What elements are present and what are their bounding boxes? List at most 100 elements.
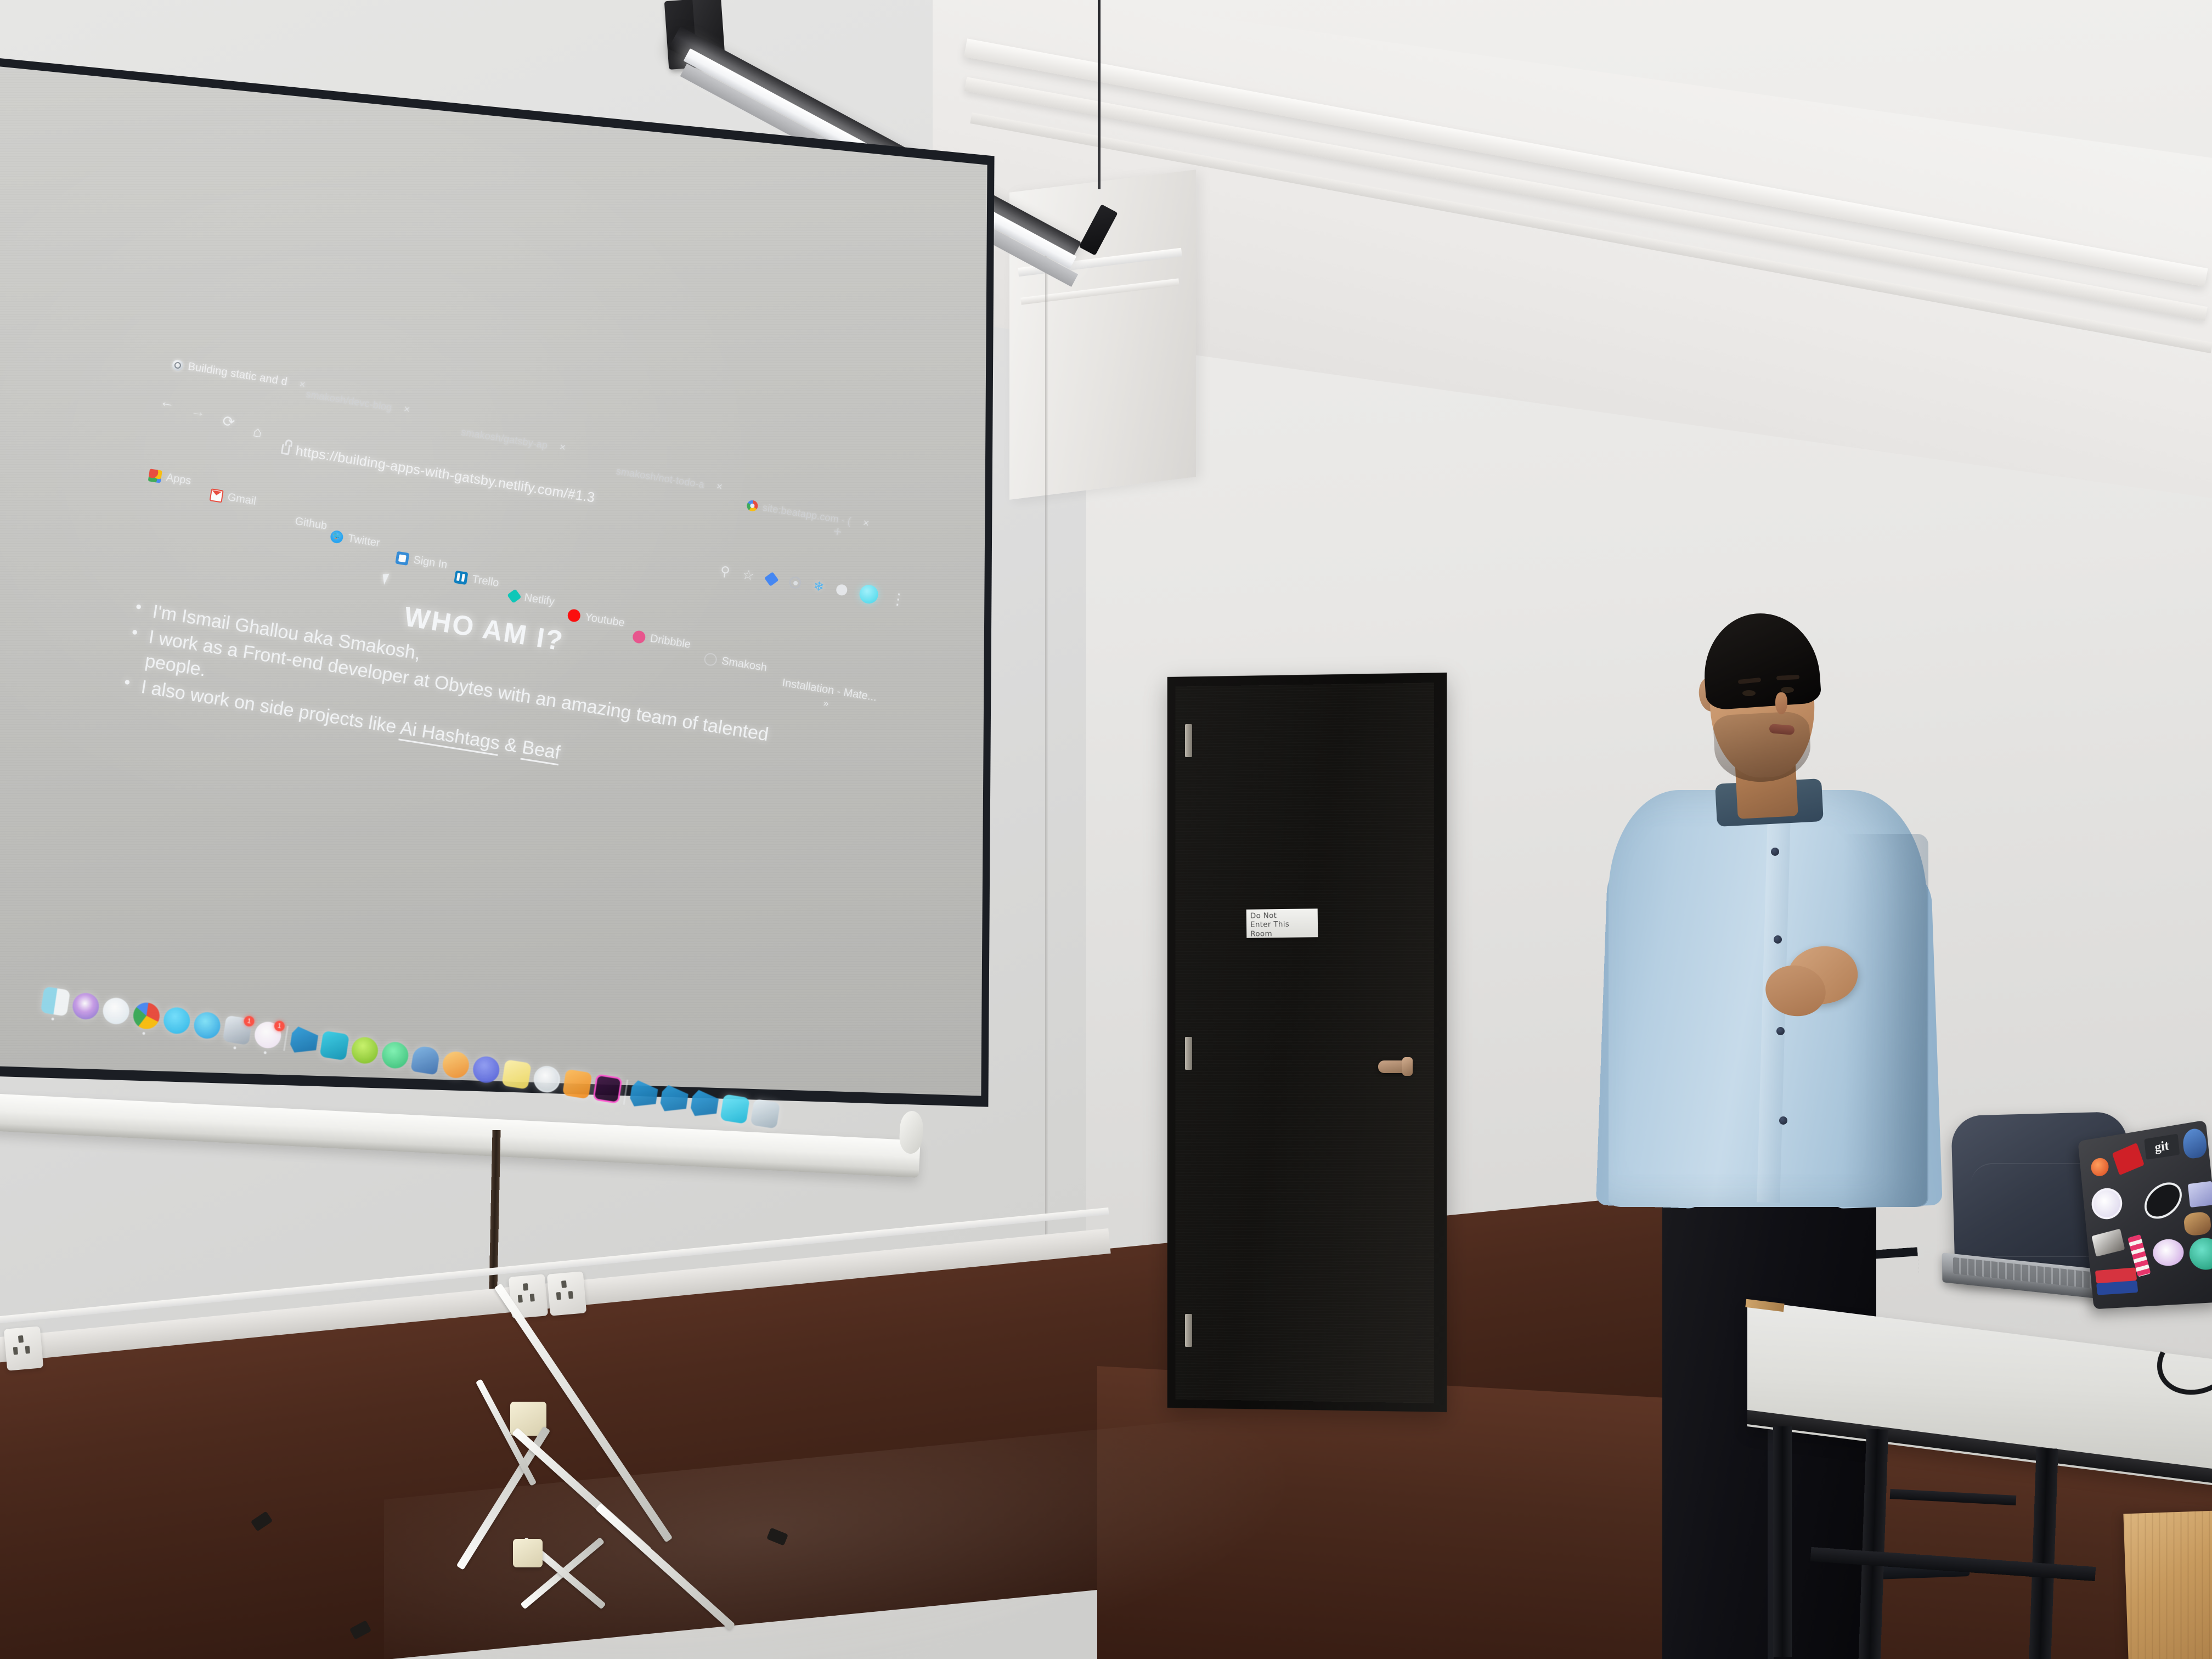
dock-item-arc[interactable] — [410, 1045, 441, 1075]
screen-roller-endcap — [898, 1110, 924, 1155]
tab-close-icon[interactable]: × — [298, 379, 306, 392]
dock-item-siri[interactable] — [71, 991, 101, 1022]
dock-item-android-studio[interactable] — [380, 1040, 410, 1070]
dock-item-appstore[interactable] — [192, 1010, 222, 1041]
link-beaf[interactable]: Beaf — [520, 736, 562, 765]
dock-item-code-window-1[interactable] — [629, 1080, 659, 1110]
desk-leg-back-left — [1773, 1426, 1792, 1657]
snowflake-extension-icon[interactable]: ❄ — [812, 578, 825, 595]
sticker-square-icon — [2187, 1181, 2212, 1208]
shirt-button-2 — [1774, 935, 1782, 944]
dock-item-code-window-3[interactable] — [690, 1089, 720, 1119]
dock-item-telegram[interactable] — [161, 1005, 192, 1036]
globe-icon — [171, 358, 184, 371]
room-scene: Building static and d × smakosh/devc-blo… — [0, 0, 2212, 1659]
bookmark-netlify[interactable]: Netlify — [507, 589, 556, 609]
circle-extension-icon[interactable] — [836, 583, 849, 596]
laptop-lid: git — [2078, 1120, 2212, 1310]
sticker-green-icon — [2188, 1236, 2212, 1271]
presenter-nose — [1775, 692, 1787, 714]
dock-item-downloads[interactable] — [720, 1094, 750, 1124]
dock-item-sketch[interactable] — [441, 1049, 471, 1080]
sticker-gatsby-icon — [2090, 1186, 2124, 1221]
door-sign-line-2: Enter This — [1250, 920, 1290, 930]
dock-item-adobe-xd[interactable] — [592, 1074, 623, 1104]
bookmark-label: Apps — [165, 471, 192, 488]
tab-close-icon[interactable]: × — [403, 404, 410, 417]
dock-badge: 1 — [243, 1015, 255, 1028]
kebab-menu-icon[interactable]: ⋮ — [889, 589, 907, 609]
door-hinge-top — [1185, 724, 1192, 757]
dock-item-obs[interactable] — [532, 1064, 562, 1094]
dock-item-hyper[interactable] — [562, 1069, 592, 1099]
power-socket-3 — [546, 1271, 587, 1316]
light-suspension-cord-right — [1098, 0, 1101, 189]
door-sign-line-1: Do Not — [1250, 911, 1277, 921]
door-sign: Do Not Enter This Room — [1246, 909, 1318, 939]
bookmark-label: Gmail — [227, 491, 257, 508]
target-extension-icon[interactable] — [788, 575, 802, 590]
bookmark-label: Sign In — [413, 554, 448, 572]
wooden-stool-grain — [2123, 1509, 2212, 1659]
trello-icon — [454, 570, 469, 585]
bookmark-label: Trello — [471, 573, 500, 590]
bookmark-signin[interactable]: Sign In — [395, 551, 448, 572]
netlify-icon — [507, 589, 522, 603]
dock-item-system-preferences[interactable]: 1 — [222, 1015, 255, 1049]
dock-separator — [283, 1025, 289, 1051]
dock-item-terminal[interactable] — [319, 1030, 349, 1061]
sticker-badge-icon — [2091, 1228, 2125, 1257]
bookmark-gmail[interactable]: Gmail — [209, 488, 257, 508]
bookmark-twitter[interactable]: Twitter — [329, 529, 381, 550]
door-lever-handle[interactable] — [1378, 1057, 1413, 1076]
tab-close-icon[interactable]: × — [862, 517, 870, 531]
twitter-icon — [329, 529, 344, 544]
signin-icon — [395, 551, 410, 566]
dock-badge: 1 — [273, 1020, 286, 1032]
presenter-shirt-shadow — [1843, 834, 1928, 1207]
shirt-button-3 — [1776, 1027, 1785, 1035]
dock-item-discord[interactable] — [471, 1054, 501, 1085]
dock-separator-2 — [623, 1079, 629, 1105]
sticker-blue-band-icon — [2096, 1280, 2138, 1295]
sticker-red-diamond-icon — [2112, 1142, 2145, 1176]
bookmark-label: Youtube — [584, 611, 626, 630]
sticker-character-icon — [2181, 1127, 2208, 1160]
dock-item-slack[interactable]: 1 — [252, 1020, 286, 1054]
bookmark-star-icon[interactable]: ☆ — [741, 566, 755, 584]
projected-desktop: Building static and d × smakosh/devc-blo… — [40, 357, 907, 1202]
sticker-brown-icon — [2183, 1211, 2212, 1237]
bookmark-youtube[interactable]: Youtube — [567, 608, 625, 630]
dock-item-notes[interactable] — [501, 1059, 532, 1090]
search-icon[interactable]: ⚲ — [719, 563, 731, 580]
profile-avatar[interactable] — [858, 583, 880, 605]
door-sign-line-3: Room — [1250, 929, 1272, 939]
dock-item-sublime[interactable] — [349, 1035, 380, 1066]
bookmark-trello[interactable]: Trello — [454, 570, 500, 590]
sticker-purple-icon — [2151, 1238, 2185, 1267]
power-socket-1 — [3, 1326, 44, 1371]
mouse-pointer-icon — [382, 573, 391, 585]
projection-screen: Building static and d × smakosh/devc-blo… — [0, 16, 1009, 1526]
dock-item-launchpad[interactable] — [101, 996, 131, 1026]
diamond-extension-icon[interactable] — [764, 571, 779, 586]
bookmark-label: Twitter — [347, 532, 381, 550]
presenter-eye-left — [1742, 690, 1756, 696]
dock-item-chrome[interactable] — [131, 1001, 162, 1035]
bookmark-apps[interactable]: Apps — [148, 469, 192, 488]
youtube-icon — [567, 608, 582, 623]
apps-grid-icon — [148, 469, 162, 483]
gmail-icon — [209, 488, 224, 503]
door-hinge-bottom — [1185, 1314, 1192, 1347]
sticker-orange-icon — [2090, 1156, 2110, 1177]
bookmark-label: Netlify — [523, 591, 556, 608]
dock-item-trash[interactable] — [750, 1098, 781, 1129]
door-panel[interactable] — [1175, 682, 1435, 1403]
dock-item-finder[interactable] — [40, 986, 71, 1021]
shirt-button-1 — [1771, 848, 1779, 856]
dock-item-code-window-2[interactable] — [659, 1084, 690, 1114]
dock-item-vscode[interactable] — [289, 1026, 319, 1056]
github-icon — [276, 512, 291, 527]
bookmark-github[interactable]: Github — [276, 512, 328, 533]
door-hinge-mid — [1185, 1037, 1192, 1070]
